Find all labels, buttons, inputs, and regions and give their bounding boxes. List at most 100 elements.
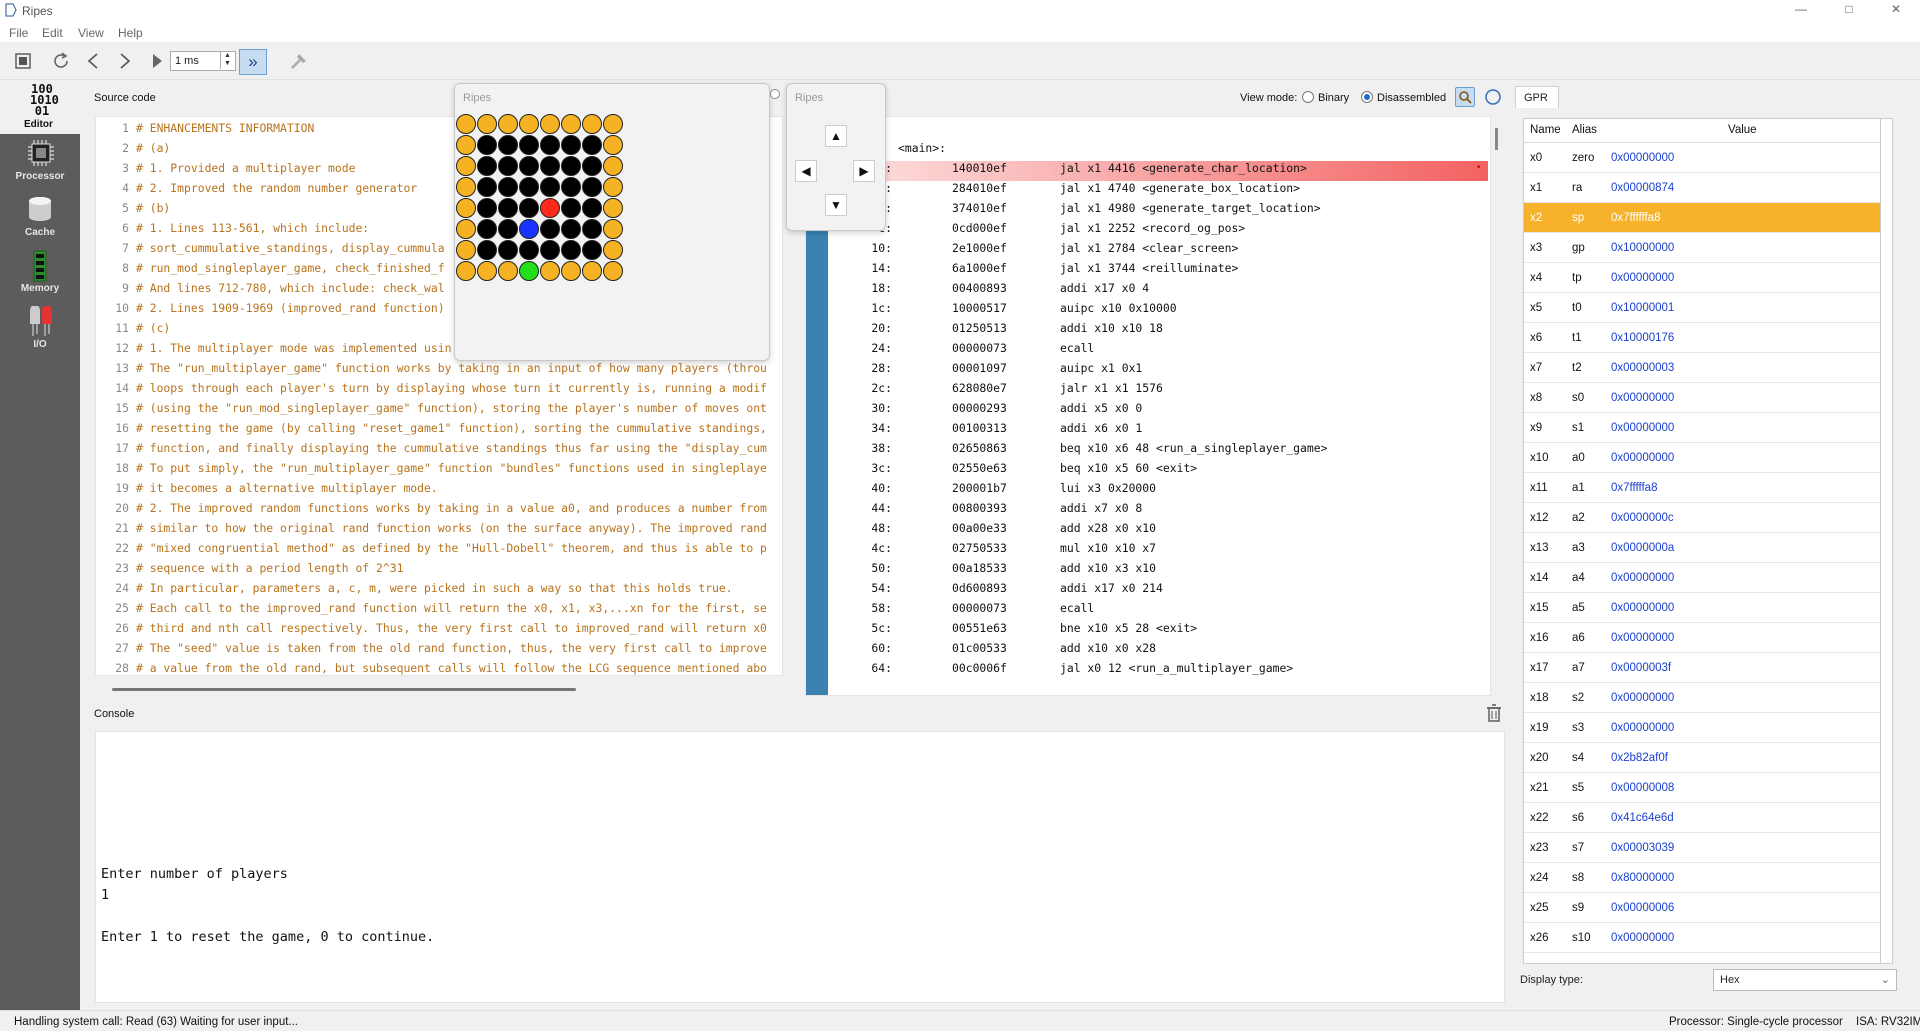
register-value[interactable]: 0x00000006 bbox=[1611, 902, 1674, 914]
register-value[interactable]: 0x00000000 bbox=[1611, 632, 1674, 644]
register-row[interactable]: x16 a6 0x00000000 bbox=[1524, 623, 1880, 653]
minimize-button[interactable]: — bbox=[1781, 2, 1821, 16]
tab-gpr[interactable]: GPR bbox=[1515, 86, 1559, 108]
disassembly-view[interactable]: <main>: 0:140010efjal x1 4416 <generate_… bbox=[805, 116, 1491, 696]
register-row[interactable]: x2 sp 0x7ffffffa8 bbox=[1524, 203, 1880, 233]
register-value[interactable]: 0x00000000 bbox=[1611, 422, 1674, 434]
dpad-window[interactable]: Ripes ▲ ◀ ▶ ▼ bbox=[786, 83, 886, 231]
asm-row[interactable]: 34: 00100313 addi x6 x0 1 bbox=[828, 421, 1488, 441]
register-row[interactable]: x6 t1 0x10000176 bbox=[1524, 323, 1880, 353]
register-row[interactable]: x12 a2 0x0000000c bbox=[1524, 503, 1880, 533]
menu-help[interactable]: Help bbox=[118, 26, 143, 40]
asm-row[interactable]: 18: 00400893 addi x17 x0 4 bbox=[828, 281, 1488, 301]
asm-row[interactable]: 8:374010efjal x1 4980 <generate_target_l… bbox=[828, 201, 1488, 221]
asm-row[interactable]: 4c: 02750533 mul x10 x10 x7 bbox=[828, 541, 1488, 561]
asm-row[interactable]: 5c: 00551e63 bne x10 x5 28 <exit> bbox=[828, 621, 1488, 641]
asm-row[interactable]: 54: 0d600893 addi x17 x0 214 bbox=[828, 581, 1488, 601]
register-value[interactable]: 0x0000003f bbox=[1611, 662, 1671, 674]
sidebar-item-editor[interactable]: 100 1010 01 Editor bbox=[0, 80, 80, 134]
asm-row[interactable]: 20: 01250513 addi x10 x10 18 bbox=[828, 321, 1488, 341]
run-fast-icon[interactable]: » bbox=[239, 49, 267, 75]
asm-row[interactable]: 60: 01c00533 add x10 x0 x28 bbox=[828, 641, 1488, 661]
register-row[interactable]: x9 s1 0x00000000 bbox=[1524, 413, 1880, 443]
asm-row[interactable]: 4:284010efjal x1 4740 <generate_box_loca… bbox=[828, 181, 1488, 201]
menu-edit[interactable]: Edit bbox=[42, 26, 63, 40]
sidebar-item-io[interactable]: I/O bbox=[0, 304, 80, 358]
register-row[interactable]: x15 a5 0x00000000 bbox=[1524, 593, 1880, 623]
register-row[interactable]: x14 a4 0x00000000 bbox=[1524, 563, 1880, 593]
register-value[interactable]: 0x00000000 bbox=[1611, 452, 1674, 464]
register-value[interactable]: 0x10000176 bbox=[1611, 332, 1674, 344]
dpad-up-button[interactable]: ▲ bbox=[825, 125, 847, 147]
view-mode-disassembled[interactable]: Disassembled bbox=[1361, 91, 1446, 104]
register-value[interactable]: 0x00000008 bbox=[1611, 782, 1674, 794]
asm-row[interactable]: 40: 200001b7 lui x3 0x20000 bbox=[828, 481, 1488, 501]
register-value[interactable]: 0x7fffffa8 bbox=[1611, 482, 1657, 494]
asm-row[interactable]: 50: 00a18533 add x10 x3 x10 bbox=[828, 561, 1488, 581]
register-value[interactable]: 0x7ffffffa8 bbox=[1611, 212, 1660, 224]
menu-view[interactable]: View bbox=[78, 26, 104, 40]
register-row[interactable]: x10 a0 0x00000000 bbox=[1524, 443, 1880, 473]
register-table[interactable]: Name Alias Value x0 zero 0x00000000 x1 ra 0x0… bbox=[1523, 118, 1893, 964]
step-forward-icon[interactable] bbox=[112, 48, 138, 74]
close-button[interactable]: ✕ bbox=[1876, 2, 1916, 16]
asm-row[interactable]: 44: 00800393 addi x7 x0 8 bbox=[828, 501, 1488, 521]
console-output[interactable]: Enter number of players 1 Enter 1 to reset… bbox=[95, 731, 1505, 1003]
register-value[interactable]: 0x00000000 bbox=[1611, 272, 1674, 284]
register-value[interactable]: 0x00000000 bbox=[1611, 932, 1674, 944]
register-row[interactable]: x5 t0 0x10000001 bbox=[1524, 293, 1880, 323]
register-value[interactable]: 0x00000000 bbox=[1611, 392, 1674, 404]
register-value[interactable]: 0x00000000 bbox=[1611, 572, 1674, 584]
register-row[interactable]: x0 zero 0x00000000 bbox=[1524, 143, 1880, 173]
dpad-right-button[interactable]: ▶ bbox=[853, 160, 875, 182]
register-value[interactable]: 0x00000003 bbox=[1611, 362, 1674, 374]
dpad-left-button[interactable]: ◀ bbox=[795, 160, 817, 182]
asm-row[interactable]: 30: 00000293 addi x5 x0 0 bbox=[828, 401, 1488, 421]
menu-file[interactable]: File bbox=[9, 26, 28, 40]
disassembled-radio[interactable] bbox=[1361, 91, 1373, 103]
register-value[interactable]: 0x41c64e6d bbox=[1611, 812, 1674, 824]
disassembly-scrollbar[interactable] bbox=[1495, 128, 1498, 150]
speed-spinner[interactable]: ▲ ▼ bbox=[220, 52, 234, 69]
dpad-down-button[interactable]: ▼ bbox=[825, 194, 847, 216]
register-row[interactable]: x23 s7 0x00003039 bbox=[1524, 833, 1880, 863]
compile-hammer-icon[interactable] bbox=[286, 48, 312, 74]
asm-row[interactable]: 3c: 02550e63 beq x10 x5 60 <exit> bbox=[828, 461, 1488, 481]
asm-row[interactable]: 28: 00001097 auipc x1 0x1 bbox=[828, 361, 1488, 381]
reset-icon[interactable] bbox=[48, 48, 74, 74]
register-value[interactable]: 0x0000000a bbox=[1611, 542, 1674, 554]
register-value[interactable]: 0x00000000 bbox=[1611, 602, 1674, 614]
register-row[interactable]: x17 a7 0x0000003f bbox=[1524, 653, 1880, 683]
register-table-scrollbar[interactable] bbox=[1880, 118, 1881, 964]
source-code-scrollbar[interactable] bbox=[112, 688, 576, 691]
sidebar-item-processor[interactable]: Processor bbox=[0, 136, 80, 190]
asm-row[interactable]: 64: 00c0006f jal x0 12 <run_a_multiplayer_… bbox=[828, 661, 1488, 681]
register-value[interactable]: 0x00000000 bbox=[1611, 152, 1674, 164]
register-row[interactable]: x3 gp 0x10000000 bbox=[1524, 233, 1880, 263]
binary-radio[interactable] bbox=[1302, 91, 1314, 103]
clear-console-button[interactable] bbox=[1486, 704, 1502, 722]
asm-row[interactable]: 14: 6a1000ef jal x1 3744 <reilluminate> bbox=[828, 261, 1488, 281]
asm-row[interactable]: 2c: 628080e7 jalr x1 x1 1576 bbox=[828, 381, 1488, 401]
goto-button[interactable] bbox=[1484, 88, 1502, 106]
stop-icon[interactable] bbox=[10, 48, 36, 74]
asm-row[interactable]: 10: 2e1000ef jal x1 2784 <clear_screen> bbox=[828, 241, 1488, 261]
asm-row[interactable]: 48: 00a00e33 add x28 x0 x10 bbox=[828, 521, 1488, 541]
follow-pc-button[interactable] bbox=[1455, 87, 1475, 107]
display-type-select[interactable]: Hex ⌄ bbox=[1713, 969, 1897, 991]
register-row[interactable]: x8 s0 0x00000000 bbox=[1524, 383, 1880, 413]
sidebar-item-memory[interactable]: Memory bbox=[0, 248, 80, 302]
register-row[interactable]: x11 a1 0x7fffffa8 bbox=[1524, 473, 1880, 503]
register-row[interactable]: x26 s10 0x00000000 bbox=[1524, 923, 1880, 953]
register-row[interactable]: x22 s6 0x41c64e6d bbox=[1524, 803, 1880, 833]
register-row[interactable]: x13 a3 0x0000000a bbox=[1524, 533, 1880, 563]
register-value[interactable]: 0x2b82af0f bbox=[1611, 752, 1668, 764]
run-icon[interactable] bbox=[144, 48, 170, 74]
sidebar-item-cache[interactable]: Cache bbox=[0, 192, 80, 246]
asm-row[interactable]: 38: 02650863 beq x10 x6 48 <run_a_singlepl… bbox=[828, 441, 1488, 461]
register-value[interactable]: 0x00000874 bbox=[1611, 182, 1674, 194]
register-value[interactable]: 0x10000000 bbox=[1611, 242, 1674, 254]
register-row[interactable]: x7 t2 0x00000003 bbox=[1524, 353, 1880, 383]
register-row[interactable]: x19 s3 0x00000000 bbox=[1524, 713, 1880, 743]
register-row[interactable]: x4 tp 0x00000000 bbox=[1524, 263, 1880, 293]
